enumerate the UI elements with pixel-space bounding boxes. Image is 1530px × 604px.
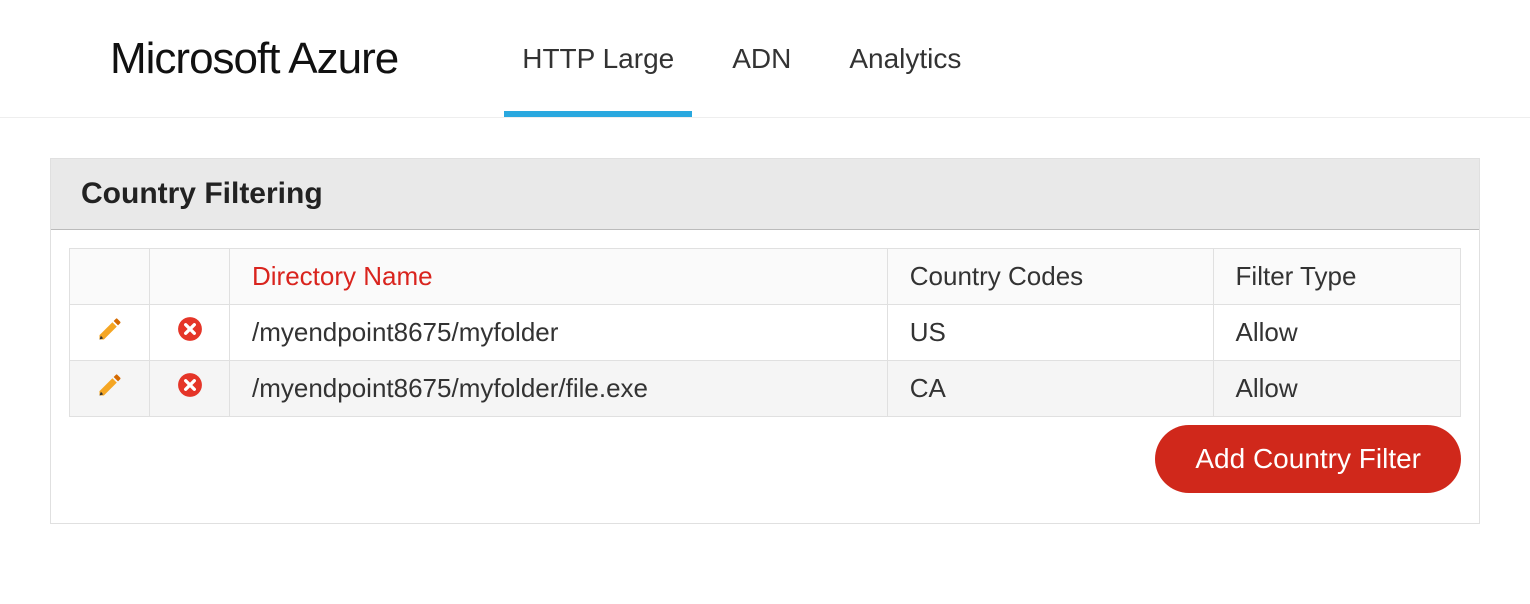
col-country-codes[interactable]: Country Codes bbox=[887, 249, 1213, 305]
col-delete bbox=[150, 249, 230, 305]
add-country-filter-button[interactable]: Add Country Filter bbox=[1155, 425, 1461, 493]
actions-row: Add Country Filter bbox=[69, 425, 1461, 493]
col-edit bbox=[70, 249, 150, 305]
cell-filter: Allow bbox=[1213, 361, 1460, 417]
filters-table: Directory Name Country Codes Filter Type bbox=[69, 248, 1461, 417]
azure-logo: Microsoft Azure bbox=[110, 34, 398, 84]
tab-analytics[interactable]: Analytics bbox=[845, 0, 965, 117]
cell-filter: Allow bbox=[1213, 305, 1460, 361]
table-row: /myendpoint8675/myfolder US Allow bbox=[70, 305, 1461, 361]
delete-icon[interactable] bbox=[177, 372, 203, 405]
tab-adn[interactable]: ADN bbox=[728, 0, 795, 117]
panel-title: Country Filtering bbox=[51, 159, 1479, 230]
table-header-row: Directory Name Country Codes Filter Type bbox=[70, 249, 1461, 305]
delete-icon[interactable] bbox=[177, 316, 203, 349]
panel-body: Directory Name Country Codes Filter Type bbox=[51, 230, 1479, 523]
cell-directory: /myendpoint8675/myfolder bbox=[230, 305, 888, 361]
col-filter-type[interactable]: Filter Type bbox=[1213, 249, 1460, 305]
nav-tabs: HTTP Large ADN Analytics bbox=[518, 0, 965, 117]
table-row: /myendpoint8675/myfolder/file.exe CA All… bbox=[70, 361, 1461, 417]
cell-directory: /myendpoint8675/myfolder/file.exe bbox=[230, 361, 888, 417]
country-filtering-panel: Country Filtering Directory Name Country… bbox=[50, 158, 1480, 524]
pencil-icon[interactable] bbox=[96, 315, 124, 350]
col-directory-name[interactable]: Directory Name bbox=[230, 249, 888, 305]
pencil-icon[interactable] bbox=[96, 371, 124, 406]
tab-http-large[interactable]: HTTP Large bbox=[518, 0, 678, 117]
cell-codes: US bbox=[887, 305, 1213, 361]
top-bar: Microsoft Azure HTTP Large ADN Analytics bbox=[0, 0, 1530, 118]
cell-codes: CA bbox=[887, 361, 1213, 417]
